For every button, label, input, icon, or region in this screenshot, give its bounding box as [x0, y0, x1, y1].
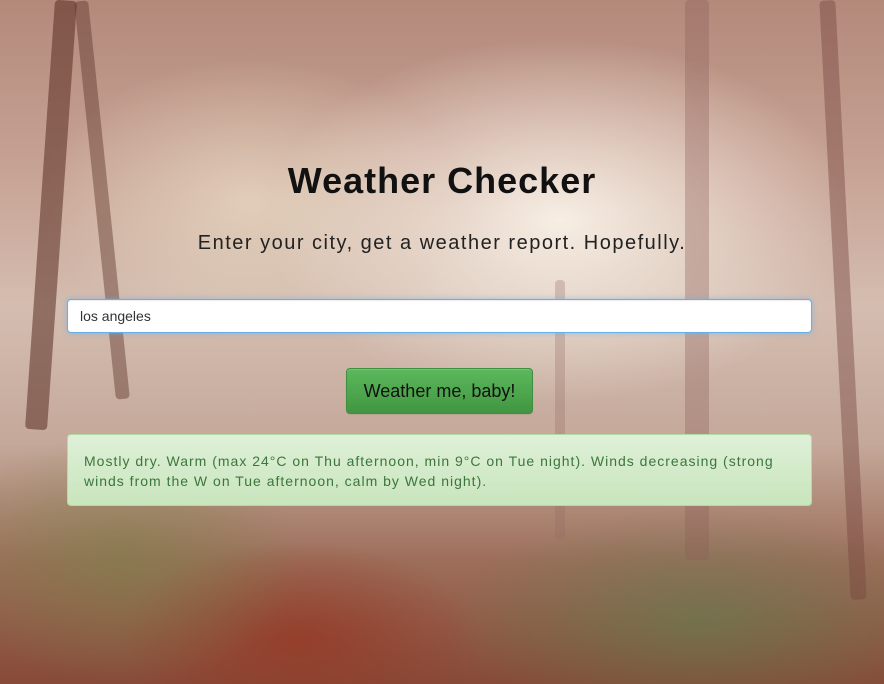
page-title: Weather Checker	[287, 160, 597, 201]
weather-result-alert: Mostly dry. Warm (max 24°C on Thu aftern…	[67, 434, 812, 506]
weather-submit-button[interactable]: Weather me, baby!	[346, 368, 533, 414]
weather-result-text: Mostly dry. Warm (max 24°C on Thu aftern…	[84, 453, 774, 489]
city-input[interactable]	[67, 299, 812, 333]
tree-silhouettes	[0, 0, 884, 684]
page-subtitle: Enter your city, get a weather report. H…	[197, 232, 687, 254]
